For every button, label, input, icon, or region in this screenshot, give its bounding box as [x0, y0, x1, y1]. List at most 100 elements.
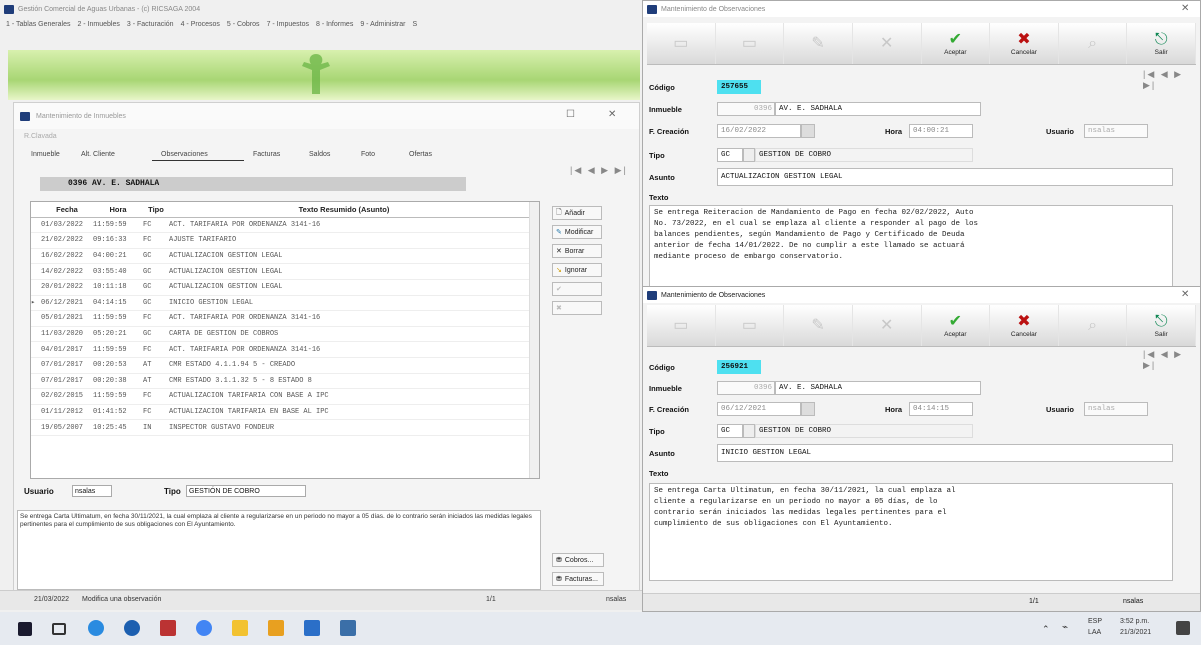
hora-field[interactable]: 04:00:21	[909, 124, 973, 138]
col-fecha[interactable]: Fecha	[41, 205, 93, 214]
menu-item[interactable]: S	[412, 21, 417, 28]
table-row[interactable]: 20/01/2022 10:11:18 GC ACTUALIZACION GESTIO…	[31, 280, 539, 296]
record-navigator[interactable]: |◀ ◀ ▶ ▶|	[570, 165, 628, 176]
table-row[interactable]: 21/02/2022 09:16:33 FC AJUSTE TARIFARIO	[31, 233, 539, 249]
tab-ofertas[interactable]: Ofertas	[400, 149, 450, 161]
gestion-app-icon[interactable]	[340, 620, 356, 636]
asunto-field[interactable]: INICIO GESTION LEGAL	[717, 444, 1173, 462]
cobros-button[interactable]: ⛃ Cobros...	[552, 553, 604, 567]
table-row[interactable]: 01/11/2012 01:41:52 FC ACTUALIZACION TARIFA…	[31, 405, 539, 421]
table-row[interactable]: 11/03/2020 05:20:21 GC CARTA DE GESTION DE …	[31, 327, 539, 343]
table-row[interactable]: 05/01/2021 11:59:59 FC ACT. TARIFARIA POR O…	[31, 311, 539, 327]
modify-button[interactable]: ✎ Modificar	[552, 225, 602, 239]
keyboard-layout[interactable]: LAA	[1088, 629, 1101, 636]
obs1-aceptar-button[interactable]: ✔ Aceptar	[922, 23, 991, 64]
table-row[interactable]: 07/01/2017 00:20:38 AT CMR ESTADO 3.1.1.32 …	[31, 374, 539, 390]
tab-observaciones[interactable]: Observaciones	[152, 149, 244, 161]
grid-scrollbar[interactable]	[529, 202, 539, 478]
hora-field[interactable]: 04:14:15	[909, 402, 973, 416]
fcreacion-field[interactable]: 06/12/2021	[717, 402, 801, 416]
menu-item[interactable]: 2 - Inmuebles	[77, 21, 119, 28]
app-window-icon[interactable]	[268, 620, 284, 636]
clock-date[interactable]: 21/3/2021	[1120, 629, 1151, 636]
menu-item[interactable]: 5 - Cobros	[227, 21, 260, 28]
menu-item[interactable]: 9 - Administrar	[360, 21, 405, 28]
cell-fecha: 06/12/2021	[41, 298, 84, 307]
col-hora[interactable]: Hora	[93, 205, 143, 214]
cell-hora: 04:00:21	[93, 252, 127, 261]
table-row[interactable]: 16/02/2022 04:00:21 GC ACTUALIZACION GESTIO…	[31, 249, 539, 265]
table-row[interactable]: 19/05/2007 10:25:45 IN INSPECTOR GUSTAVO FO…	[31, 420, 539, 436]
delete-button[interactable]: ✕ Borrar	[552, 244, 602, 258]
menu-item[interactable]: 3 - Facturación	[127, 21, 174, 28]
table-row[interactable]: 02/02/2015 11:59:59 FC ACTUALIZACION TARIFA…	[31, 389, 539, 405]
cobros-label: Cobros...	[564, 556, 594, 564]
codigo-field[interactable]: 257655	[717, 80, 761, 94]
menu-item[interactable]: 1 - Tablas Generales	[6, 21, 70, 28]
obs2-cancelar-button[interactable]: ✖ Cancelar	[990, 305, 1059, 346]
tab-inmueble[interactable]: Inmueble	[22, 149, 72, 161]
obs1-salir-button[interactable]: ⎋ Salir	[1127, 23, 1196, 64]
table-row[interactable]: 14/02/2022 03:55:40 GC ACTUALIZACION GESTIO…	[31, 264, 539, 280]
obs2-salir-button[interactable]: ⎋ Salir	[1127, 305, 1196, 346]
table-row[interactable]: 04/01/2017 11:59:59 FC ACT. TARIFARIA POR O…	[31, 342, 539, 358]
tab-alt-cliente[interactable]: Alt. Cliente	[72, 149, 152, 161]
chevron-down-icon[interactable]	[743, 424, 755, 438]
chevron-down-icon[interactable]	[743, 148, 755, 162]
exit-icon: ⎋	[1154, 31, 1168, 48]
facturas-button[interactable]: ⛃ Facturas...	[552, 572, 604, 586]
obs2-status-user: nsalas	[1123, 598, 1144, 605]
tab-foto[interactable]: Foto	[352, 149, 400, 161]
tab-facturas[interactable]: Facturas	[244, 149, 300, 161]
obs1-close-icon[interactable]: ✕	[1181, 3, 1189, 14]
chrome-icon[interactable]	[196, 620, 212, 636]
obs2-aceptar-button[interactable]: ✔ Aceptar	[922, 305, 991, 346]
windows-start-icon[interactable]	[18, 622, 32, 636]
language-indicator[interactable]: ESP	[1088, 618, 1102, 625]
tipo-code-field[interactable]: GC	[717, 424, 743, 438]
fcreacion-field[interactable]: 16/02/2022	[717, 124, 801, 138]
tab-saldos[interactable]: Saldos	[300, 149, 352, 161]
add-button[interactable]: 🗋 Añadir	[552, 206, 602, 220]
cell-fecha: 07/01/2017	[41, 376, 84, 385]
outlook-icon[interactable]	[304, 620, 320, 636]
adobe-icon[interactable]	[160, 620, 176, 636]
ignore-button[interactable]: ↘ Ignorar	[552, 263, 602, 277]
chevron-up-icon[interactable]: ⌃	[1042, 624, 1050, 635]
notification-icon[interactable]	[1176, 621, 1190, 635]
cell-hora: 00:20:53	[93, 361, 127, 370]
inmueble-number-field[interactable]: 0396	[717, 102, 775, 116]
table-row[interactable]: 07/01/2017 00:20:53 AT CMR ESTADO 4.1.1.94 …	[31, 358, 539, 374]
codigo-field[interactable]: 256921	[717, 360, 761, 374]
texto-field[interactable]: Se entrega Reiteracion de Mandamiento de…	[649, 205, 1173, 287]
task-view-icon[interactable]	[52, 623, 66, 635]
table-row[interactable]: ▸ 06/12/2021 04:14:15 GC INICIO GESTION LEGA…	[31, 296, 539, 312]
obs2-navigator[interactable]: |◀ ◀ ▶ ▶|	[1143, 349, 1200, 371]
close-icon[interactable]: ✕	[608, 109, 616, 120]
obs1-navigator[interactable]: |◀ ◀ ▶ ▶|	[1143, 69, 1200, 91]
network-icon[interactable]: ⌁	[1062, 622, 1068, 633]
file-explorer-icon[interactable]	[232, 620, 248, 636]
clock-time[interactable]: 3:52 p.m.	[1120, 618, 1149, 625]
col-tipo[interactable]: Tipo	[143, 205, 169, 214]
obs2-close-icon[interactable]: ✕	[1181, 289, 1189, 300]
col-texto[interactable]: Texto Resumido (Asunto)	[169, 205, 519, 214]
grid-header: Fecha Hora Tipo Texto Resumido (Asunto)	[31, 202, 539, 218]
edge-icon[interactable]	[88, 620, 104, 636]
date-picker-icon[interactable]	[801, 124, 815, 138]
texto-field[interactable]: Se entrega Carta Ultimatum, en fecha 30/…	[649, 483, 1173, 581]
menu-item[interactable]: 7 - Impuestos	[267, 21, 309, 28]
cell-texto: ACTUALIZACION GESTION LEGAL	[169, 283, 283, 292]
obs1-cancelar-button[interactable]: ✖ Cancelar	[990, 23, 1059, 64]
table-row[interactable]: 01/03/2022 11:59:59 FC ACT. TARIFARIA POR O…	[31, 218, 539, 234]
tipo-code-field[interactable]: GC	[717, 148, 743, 162]
menu-item[interactable]: 8 - Informes	[316, 21, 353, 28]
menu-item[interactable]: 4 - Procesos	[181, 21, 220, 28]
search-app-icon[interactable]	[124, 620, 140, 636]
inmueble-number-field[interactable]: 0396	[717, 381, 775, 395]
cell-fecha: 01/11/2012	[41, 408, 84, 417]
date-picker-icon[interactable]	[801, 402, 815, 416]
maximize-icon[interactable]: ☐	[566, 109, 575, 120]
asunto-field[interactable]: ACTUALIZACION GESTION LEGAL	[717, 168, 1173, 186]
salir-label: Salir	[1154, 331, 1168, 338]
